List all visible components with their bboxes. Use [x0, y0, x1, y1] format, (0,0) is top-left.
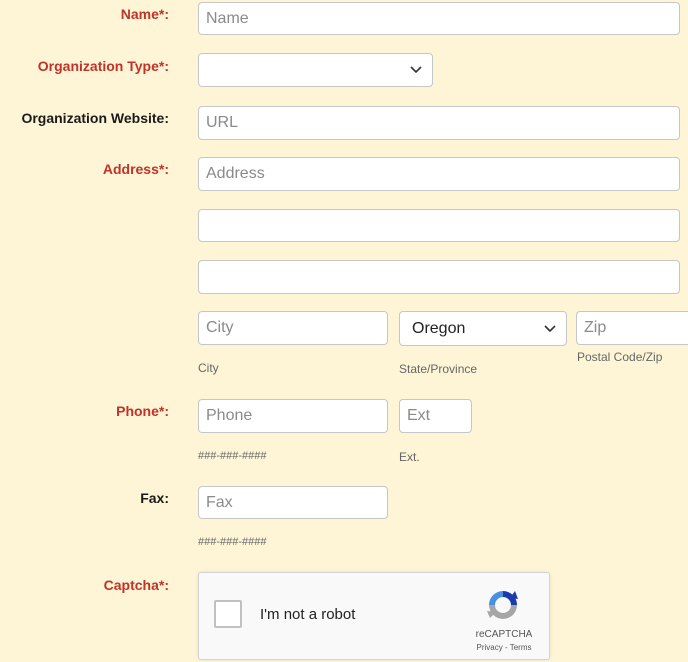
recaptcha-checkbox[interactable]	[214, 600, 242, 628]
chevron-down-icon	[544, 324, 556, 332]
phone-input[interactable]	[198, 399, 388, 433]
name-label: Name*:	[120, 6, 169, 22]
fax-label: Fax:	[140, 490, 169, 506]
phone-ext-input[interactable]	[399, 399, 472, 433]
phone-ext-hint: Ext.	[399, 450, 420, 464]
address-line3-input[interactable]	[198, 260, 680, 294]
city-hint: City	[198, 361, 219, 375]
address-line2-input[interactable]	[198, 209, 680, 242]
name-input[interactable]	[198, 2, 680, 35]
state-hint: State/Province	[399, 362, 478, 376]
address-label: Address*:	[102, 161, 169, 177]
recaptcha-logo-icon	[487, 591, 518, 619]
address-line1-input[interactable]	[198, 157, 680, 191]
captcha-label: Captcha*:	[103, 577, 169, 593]
organization-type-select[interactable]	[198, 53, 433, 87]
fax-format-hint: ###-###-####	[198, 536, 267, 548]
zip-input[interactable]	[576, 311, 688, 345]
recaptcha-widget: I'm not a robot reCAPTCHA Privacy - Term…	[198, 572, 550, 660]
zip-hint: Postal Code/Zip	[577, 350, 663, 364]
city-input[interactable]	[198, 311, 388, 345]
phone-label: Phone*:	[116, 403, 169, 419]
recaptcha-brand: reCAPTCHA	[475, 629, 533, 640]
phone-format-hint: ###-###-####	[198, 450, 267, 462]
organization-type-label: Organization Type*:	[37, 58, 169, 74]
organization-website-input[interactable]	[198, 106, 680, 140]
chevron-down-icon	[410, 66, 422, 74]
fax-input[interactable]	[198, 486, 388, 519]
recaptcha-checkbox-text: I'm not a robot	[260, 606, 356, 623]
state-value: Oregon	[412, 319, 466, 337]
recaptcha-privacy-terms[interactable]: Privacy - Terms	[461, 643, 547, 652]
organization-website-label: Organization Website:	[21, 110, 169, 126]
state-select[interactable]: Oregon	[399, 311, 567, 346]
